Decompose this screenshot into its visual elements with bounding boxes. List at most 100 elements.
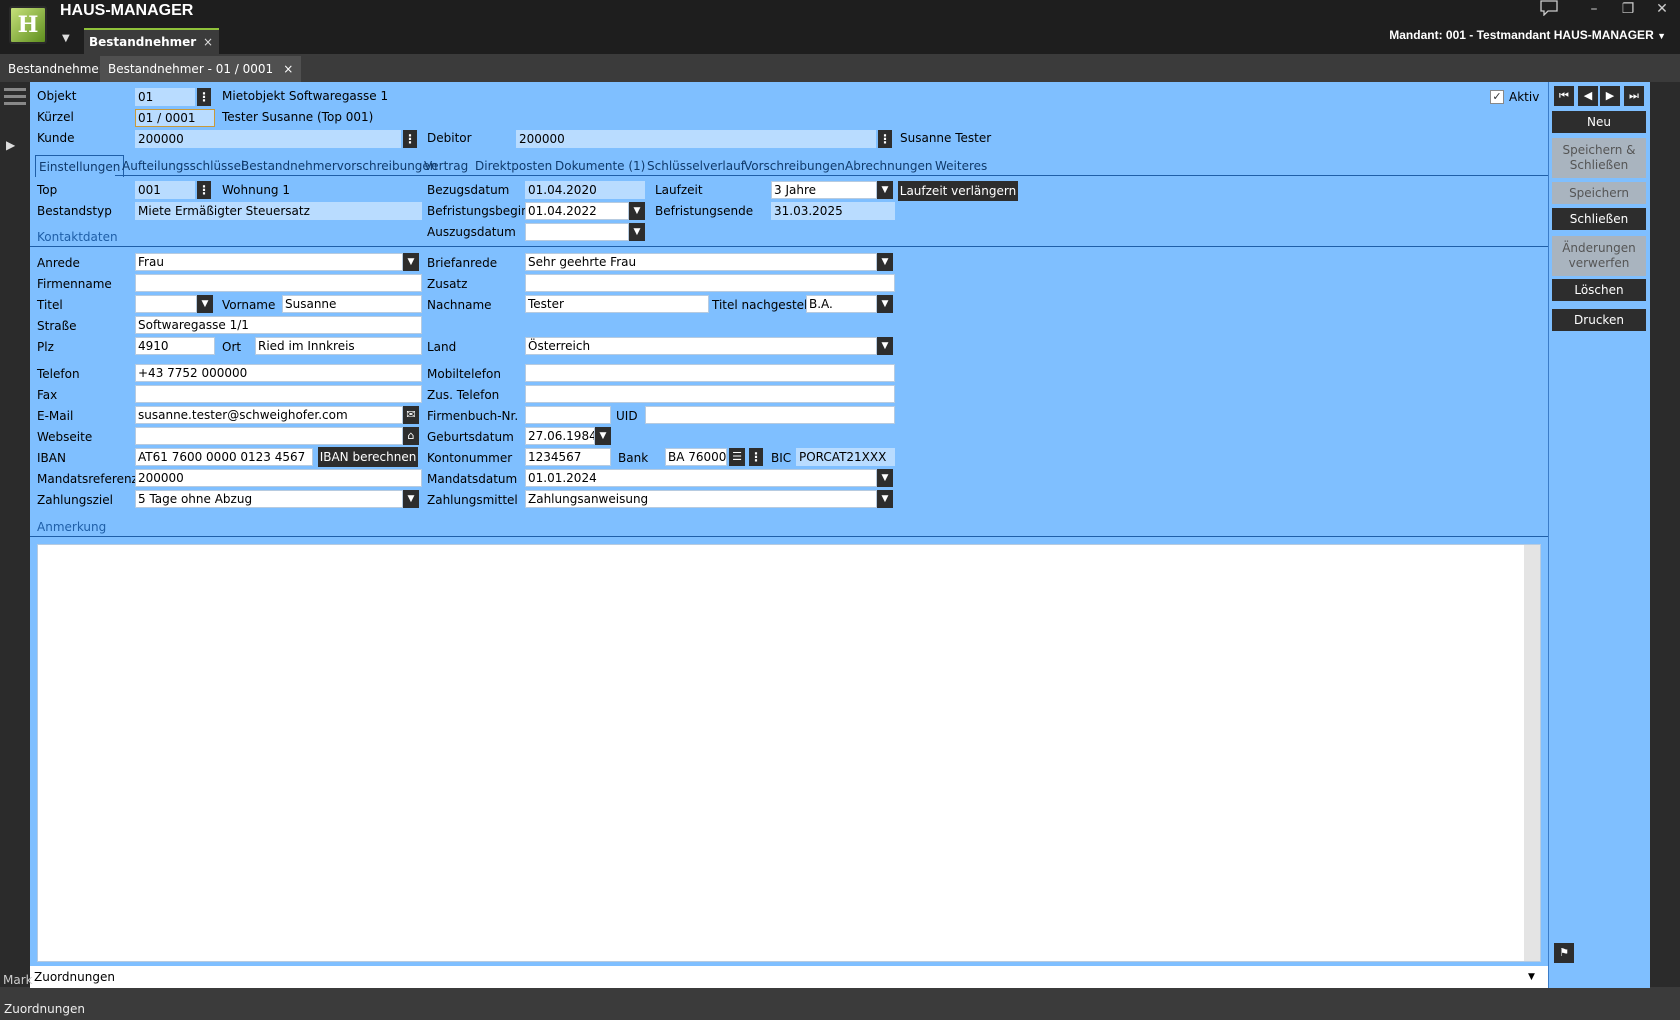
land-dropdown-icon[interactable]: ▼ bbox=[877, 337, 893, 355]
land-select[interactable]: Österreich bbox=[525, 337, 877, 355]
geburtsdatum-dropdown-icon[interactable]: ▼ bbox=[595, 427, 611, 445]
kunde-field[interactable]: 200000 bbox=[135, 130, 401, 148]
iban-field[interactable]: AT61 7600 0000 0123 4567 bbox=[135, 448, 313, 466]
laufzeit-verlaengern-button[interactable]: Laufzeit verlängern bbox=[898, 181, 1018, 201]
speichern-schliessen-button[interactable]: Speichern & Schließen bbox=[1552, 138, 1646, 178]
briefanrede-dropdown-icon[interactable]: ▼ bbox=[877, 253, 893, 271]
home-icon[interactable]: ⌂ bbox=[403, 427, 419, 445]
debitor-lookup-button[interactable]: ⋮ bbox=[878, 130, 892, 148]
anmerkung-scrollbar[interactable] bbox=[1524, 545, 1540, 961]
zuordnungen-select[interactable]: Zuordnungen bbox=[30, 966, 1548, 988]
first-record-icon[interactable]: ⏮ bbox=[1554, 86, 1574, 106]
mandatsreferenz-field[interactable]: 200000 bbox=[135, 469, 422, 487]
hamburger-icon[interactable] bbox=[4, 88, 26, 105]
tab-bestandnehmervorschreibungen[interactable]: Bestandnehmervorschreibungen bbox=[241, 155, 437, 177]
tab-abrechnungen[interactable]: Abrechnungen bbox=[845, 155, 933, 177]
befristungsbeginn-dropdown-icon[interactable]: ▼ bbox=[629, 202, 645, 220]
fax-field[interactable] bbox=[135, 385, 422, 403]
bezugsdatum-field[interactable]: 01.04.2020 bbox=[525, 181, 645, 199]
objekt-field[interactable]: 01 bbox=[135, 88, 195, 106]
tab-vertrag[interactable]: Vertrag bbox=[424, 155, 468, 177]
nachname-field[interactable]: Tester bbox=[525, 295, 709, 313]
chat-icon[interactable] bbox=[1539, 0, 1559, 20]
schliessen-button[interactable]: Schließen bbox=[1552, 208, 1646, 230]
next-record-icon[interactable]: ▶ bbox=[1600, 86, 1620, 106]
restore-icon[interactable]: ❐ bbox=[1618, 1, 1638, 17]
zahlungsmittel-select[interactable]: Zahlungsanweisung bbox=[525, 490, 877, 508]
firmenbuch-nr-field[interactable] bbox=[525, 406, 611, 424]
flag-icon[interactable]: ⚑ bbox=[1554, 943, 1574, 963]
titel-select[interactable] bbox=[135, 295, 197, 313]
debitor-field[interactable]: 200000 bbox=[516, 130, 876, 148]
expand-arrow-icon[interactable]: ▶ bbox=[6, 138, 15, 152]
mandatsdatum-dropdown-icon[interactable]: ▼ bbox=[877, 469, 893, 487]
befristungsende-field[interactable]: 31.03.2025 bbox=[771, 202, 895, 220]
tab-bestandnehmer-module[interactable]: Bestandnehmer × bbox=[84, 28, 219, 54]
zahlungsmittel-dropdown-icon[interactable]: ▼ bbox=[877, 490, 893, 508]
previous-record-icon[interactable]: ◀ bbox=[1578, 86, 1598, 106]
neu-button[interactable]: Neu bbox=[1552, 111, 1646, 133]
aktiv-checkbox[interactable]: ✓ bbox=[1490, 90, 1504, 104]
close-icon[interactable]: × bbox=[283, 62, 293, 76]
uid-field[interactable] bbox=[645, 406, 895, 424]
tab-direktposten[interactable]: Direktposten bbox=[475, 155, 552, 177]
close-icon[interactable]: × bbox=[203, 30, 213, 54]
bank-field[interactable]: BA 76000 bbox=[665, 448, 727, 466]
titel-nachgestellt-dropdown-icon[interactable]: ▼ bbox=[877, 295, 893, 313]
laufzeit-dropdown-icon[interactable]: ▼ bbox=[877, 181, 893, 199]
firmenname-field[interactable] bbox=[135, 274, 422, 292]
tab-dokumente[interactable]: Dokumente (1) bbox=[555, 155, 645, 177]
telefon-field[interactable]: +43 7752 000000 bbox=[135, 364, 422, 382]
top-field[interactable]: 001 bbox=[135, 181, 195, 199]
zuordnungen-chevron-down-icon[interactable]: ▼ bbox=[1528, 966, 1535, 988]
kontonummer-field[interactable]: 1234567 bbox=[525, 448, 611, 466]
briefanrede-select[interactable]: Sehr geehrte Frau bbox=[525, 253, 877, 271]
iban-berechnen-button[interactable]: IBAN berechnen bbox=[318, 447, 418, 467]
laufzeit-select[interactable]: 3 Jahre bbox=[771, 181, 877, 199]
titel-dropdown-icon[interactable]: ▼ bbox=[197, 295, 213, 313]
auszugsdatum-dropdown-icon[interactable]: ▼ bbox=[629, 223, 645, 241]
top-lookup-button[interactable]: ⋮ bbox=[197, 181, 211, 199]
list-icon[interactable]: ☰ bbox=[729, 448, 745, 466]
geburtsdatum-field[interactable]: 27.06.1984 bbox=[525, 427, 595, 445]
bic-field[interactable]: PORCAT21XXX bbox=[796, 448, 895, 466]
aenderungen-verwerfen-button[interactable]: Änderungen verwerfen bbox=[1552, 236, 1646, 276]
mandant-selector[interactable]: Mandant: 001 - Testmandant HAUS-MANAGER … bbox=[1389, 28, 1666, 42]
zahlungsziel-dropdown-icon[interactable]: ▼ bbox=[403, 490, 419, 508]
close-window-icon[interactable]: ✕ bbox=[1652, 1, 1672, 17]
strasse-field[interactable]: Softwaregasse 1/1 bbox=[135, 316, 422, 334]
anrede-select[interactable]: Frau bbox=[135, 253, 403, 271]
bestandstyp-field[interactable]: Miete Ermäßigter Steuersatz bbox=[135, 202, 422, 220]
webseite-field[interactable] bbox=[135, 427, 403, 445]
mobiltelefon-field[interactable] bbox=[525, 364, 895, 382]
speichern-button[interactable]: Speichern bbox=[1552, 182, 1646, 204]
tab-vorschreibungen[interactable]: Vorschreibungen bbox=[744, 155, 845, 177]
anrede-dropdown-icon[interactable]: ▼ bbox=[403, 253, 419, 271]
bottom-zuordnungen-bar[interactable]: Zuordnungen bbox=[0, 998, 1680, 1020]
kuerzel-field[interactable]: 01 / 0001 bbox=[135, 109, 215, 127]
zus-telefon-field[interactable] bbox=[525, 385, 895, 403]
tab-bestandnehmer-list[interactable]: Bestandnehmer bbox=[0, 56, 112, 82]
objekt-lookup-button[interactable]: ⋮ bbox=[197, 88, 211, 106]
menu-dropdown-icon[interactable]: ▼ bbox=[62, 33, 70, 44]
mandatsdatum-field[interactable]: 01.01.2024 bbox=[525, 469, 877, 487]
bank-lookup-button[interactable]: ⋮ bbox=[749, 448, 763, 466]
tab-aufteilungsschluessel[interactable]: Aufteilungsschlüssel bbox=[122, 155, 244, 177]
anmerkung-textarea[interactable] bbox=[37, 544, 1541, 962]
vorname-field[interactable]: Susanne bbox=[282, 295, 422, 313]
minimize-icon[interactable]: – bbox=[1584, 1, 1604, 17]
zahlungsziel-select[interactable]: 5 Tage ohne Abzug bbox=[135, 490, 403, 508]
plz-field[interactable]: 4910 bbox=[135, 337, 215, 355]
auszugsdatum-field[interactable] bbox=[525, 223, 629, 241]
loeschen-button[interactable]: Löschen bbox=[1552, 279, 1646, 301]
ort-field[interactable]: Ried im Innkreis bbox=[255, 337, 422, 355]
tab-bestandnehmer-detail[interactable]: Bestandnehmer - 01 / 0001 × bbox=[100, 56, 302, 82]
drucken-button[interactable]: Drucken bbox=[1552, 309, 1646, 331]
email-field[interactable]: susanne.tester@schweighofer.com bbox=[135, 406, 403, 424]
tab-weiteres[interactable]: Weiteres bbox=[935, 155, 987, 177]
tab-einstellungen[interactable]: Einstellungen bbox=[35, 155, 125, 177]
tab-schluesselverlauf[interactable]: Schlüsselverlauf bbox=[647, 155, 745, 177]
befristungsbeginn-field[interactable]: 01.04.2022 bbox=[525, 202, 629, 220]
kunde-lookup-button[interactable]: ⋮ bbox=[403, 130, 417, 148]
mail-icon[interactable]: ✉ bbox=[403, 406, 419, 424]
